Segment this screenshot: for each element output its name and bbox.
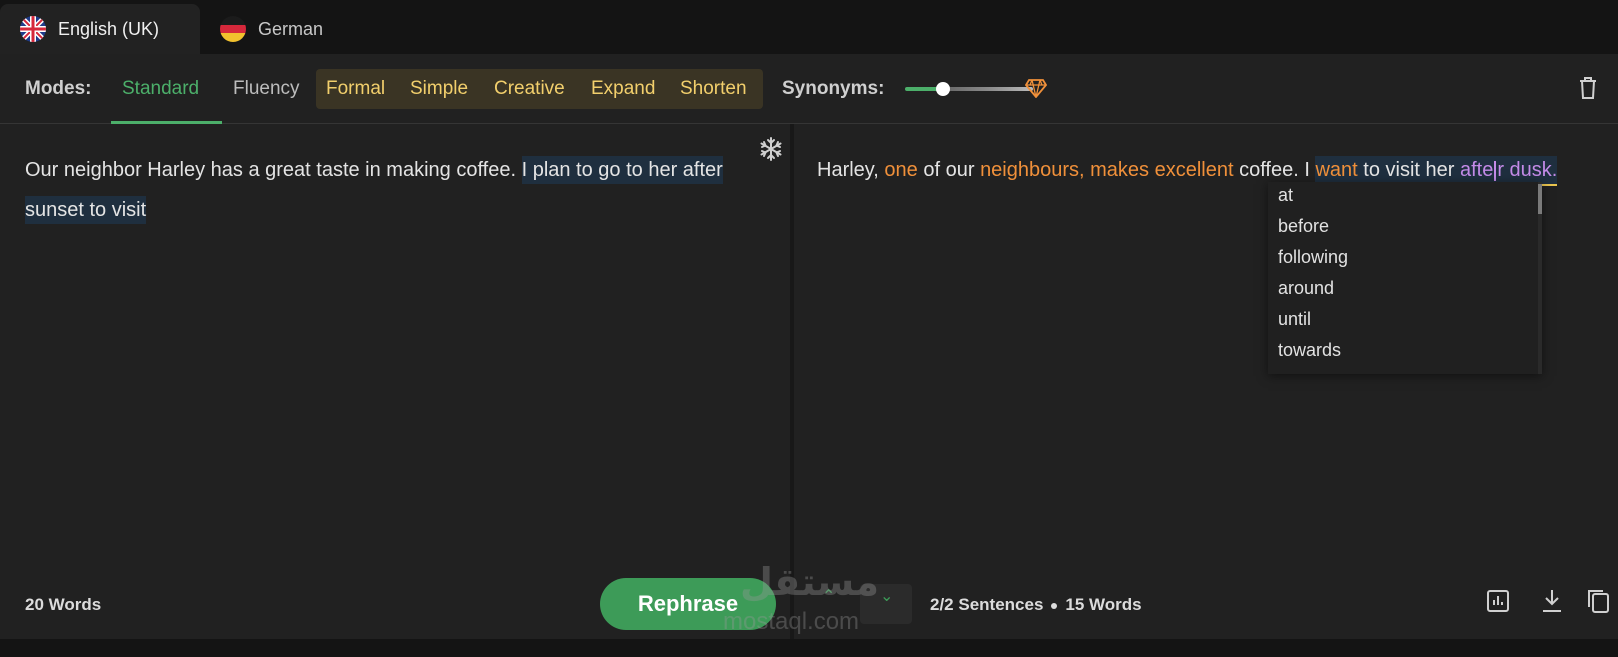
output-text: Harley, [817,159,885,181]
changed-word[interactable]: want [1315,159,1357,181]
uk-flag-icon [20,16,46,42]
changed-phrase[interactable]: neighbours, makes excellent [980,159,1233,181]
changed-word[interactable]: one [884,159,917,181]
tab-german[interactable]: German [220,4,323,54]
snowflake-freeze-icon[interactable] [758,136,784,162]
paraphraser-panel: Modes: Standard Fluency Formal Simple Cr… [0,54,1618,639]
active-mode-indicator [111,121,222,124]
copy-icon[interactable] [1586,588,1610,614]
rephrase-button[interactable]: Rephrase [600,578,776,630]
synonym-option[interactable]: until [1278,309,1311,330]
tab-label: English (UK) [58,18,160,39]
synonym-option[interactable]: towards [1278,340,1341,361]
output-text: of our [917,159,981,181]
synonym-option[interactable]: before [1278,216,1329,237]
input-text-editor[interactable]: Our neighbor Harley has a great taste in… [25,150,725,230]
chevron-down-icon[interactable]: ⌄ [880,586,893,606]
synonym-option[interactable]: around [1278,278,1334,299]
mode-fluency[interactable]: Fluency [233,78,300,100]
mode-simple[interactable]: Simple [410,78,468,100]
output-text: coffee. I [1233,159,1316,181]
mode-shorten[interactable]: Shorten [680,78,747,100]
synonyms-label: Synonyms: [782,78,885,99]
synonym-option[interactable]: at [1278,185,1293,206]
modes-label: Modes: [25,78,92,99]
mode-formal[interactable]: Formal [326,78,385,100]
tab-label: German [258,18,324,39]
input-text: Our neighbor Harley has a great taste in… [25,159,522,181]
synonyms-slider[interactable] [905,82,1040,96]
mode-creative[interactable]: Creative [494,78,565,100]
dropdown-scrollbar-thumb[interactable] [1538,184,1542,214]
trash-icon[interactable] [1578,76,1598,100]
sentence-count: 2/2 Sentences [930,595,1044,614]
modes-toolbar: Modes: Standard Fluency Formal Simple Cr… [0,54,1618,124]
output-word-count: 15 Words [1065,595,1142,614]
premium-modes-group: Formal Simple Creative Expand Shorten [316,69,763,109]
separator-dot [1051,602,1058,609]
slider-track [943,87,1033,91]
selected-word-rest[interactable]: r dusk. [1497,159,1557,181]
bottom-strip [0,639,1618,657]
mode-standard[interactable]: Standard [122,78,199,100]
diamond-icon [1025,79,1047,98]
synonym-option[interactable]: following [1278,247,1348,268]
output-stats: 2/2 Sentences 15 Words [930,595,1142,615]
selected-word[interactable]: afte [1460,159,1493,181]
statistics-chart-icon[interactable] [1486,588,1510,614]
language-tab-bar: English (UK) German [0,0,1618,54]
germany-flag-icon [220,16,246,42]
synonym-dropdown: at before following around until towards [1268,182,1542,374]
mode-expand[interactable]: Expand [591,78,655,100]
output-text: to visit her [1357,159,1460,181]
chevron-up-icon[interactable]: ⌃ [822,586,835,606]
download-icon[interactable] [1540,588,1564,614]
editor-divider[interactable] [790,124,794,639]
tab-english-uk[interactable]: English (UK) [0,4,200,54]
slider-handle[interactable] [936,82,950,96]
input-word-count: 20 Words [25,595,102,614]
